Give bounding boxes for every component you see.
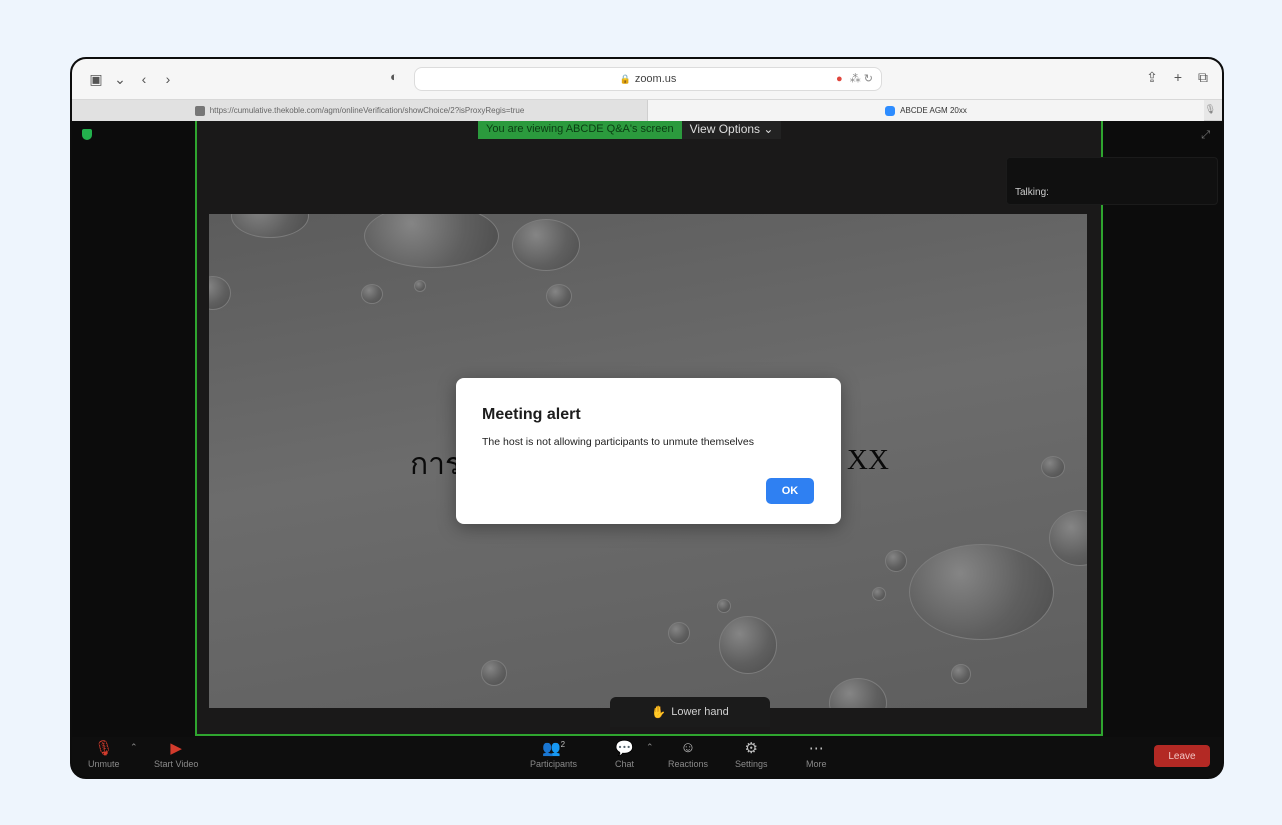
meeting-alert-dialog: Meeting alert The host is not allowing p… — [456, 378, 841, 524]
browser-window: ▣ ⌄ ‹ › ◐ 🔒 zoom.us ● ⁂ ↻ ⇪ + ⧉ https://… — [70, 57, 1224, 779]
alert-title: Meeting alert — [482, 406, 581, 423]
ok-button[interactable]: OK — [766, 478, 814, 504]
alert-message: The host is not allowing participants to… — [482, 436, 754, 448]
